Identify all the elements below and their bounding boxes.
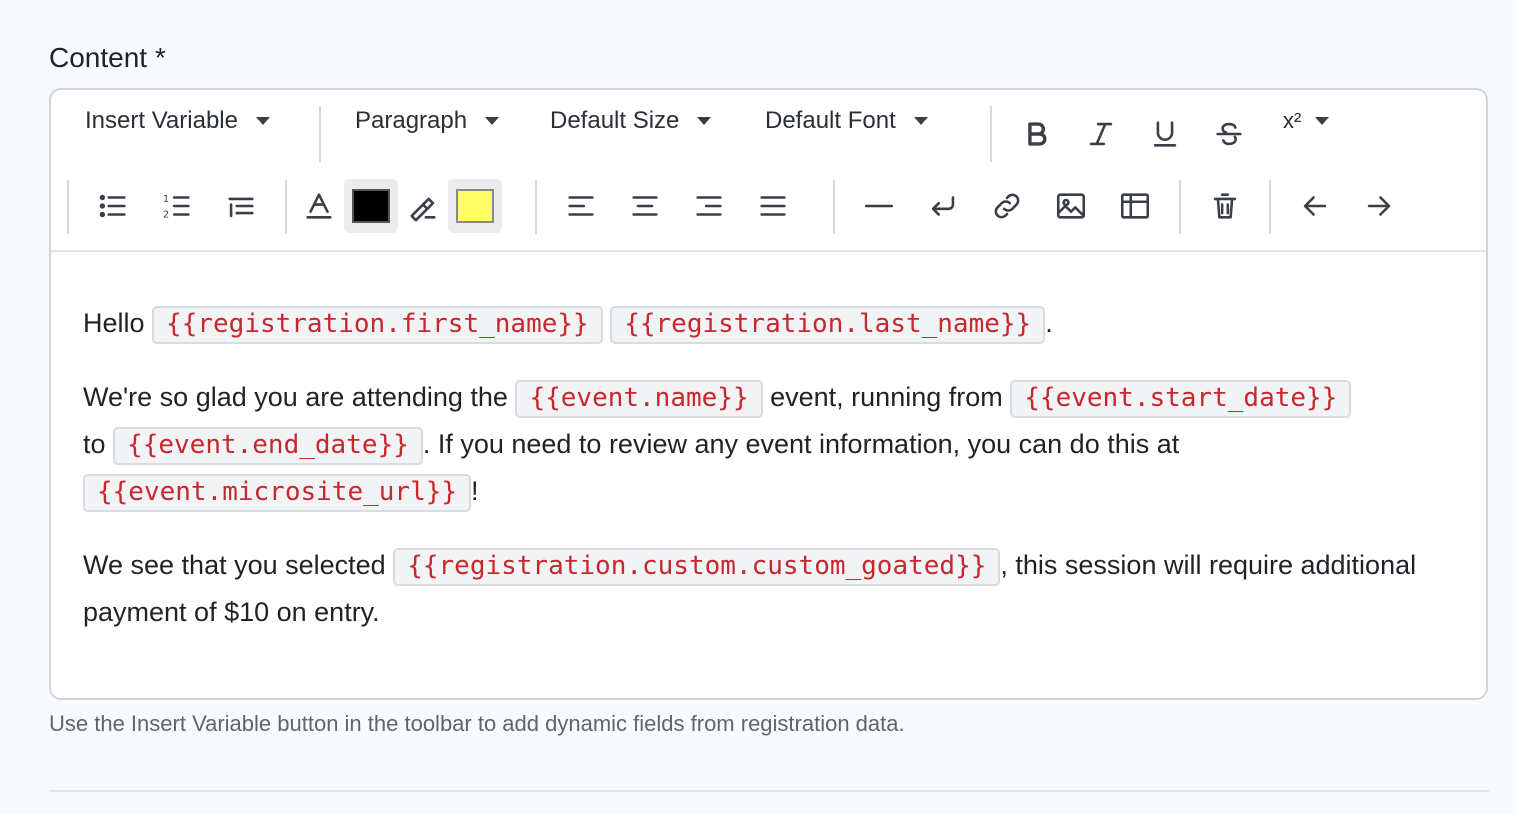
insert-image-button[interactable] xyxy=(1047,182,1095,230)
paragraph-text: event, running from xyxy=(770,382,1003,412)
paragraph-text: . xyxy=(1045,308,1053,338)
font-family-dropdown[interactable]: Default Font xyxy=(765,104,928,138)
section-divider xyxy=(49,790,1489,792)
variable-chip[interactable]: {{registration.custom.custom_goated}} xyxy=(393,548,1001,586)
superscript-dropdown[interactable]: x² xyxy=(1283,104,1330,138)
chevron-down-icon xyxy=(1315,117,1330,125)
bullet-list-icon xyxy=(99,194,126,218)
enter-icon xyxy=(931,196,955,216)
paragraph-text: We're so glad you are attending the xyxy=(83,382,508,412)
paragraph-text: ! xyxy=(471,476,479,506)
chevron-down-icon xyxy=(697,117,712,125)
highlight-color-swatch xyxy=(456,189,494,223)
font-family-label: Default Font xyxy=(765,107,896,134)
variable-chip[interactable]: {{event.end_date}} xyxy=(113,427,423,465)
paragraph-text: . If you need to review any event inform… xyxy=(422,429,1180,459)
font-size-label: Default Size xyxy=(550,107,680,134)
text-color-button[interactable] xyxy=(295,182,343,230)
strikethrough-button[interactable] xyxy=(1205,110,1253,158)
toolbar-divider xyxy=(67,180,69,234)
toolbar-divider xyxy=(319,106,321,162)
variable-chip[interactable]: {{event.microsite_url}} xyxy=(83,474,472,512)
editor-toolbar: Insert Variable Paragraph Default Size D… xyxy=(51,90,1486,252)
bold-button[interactable] xyxy=(1013,110,1061,158)
underline-icon xyxy=(1153,121,1177,147)
strikethrough-icon xyxy=(1216,122,1242,146)
align-right-button[interactable] xyxy=(685,182,733,230)
text-color-swatch xyxy=(352,189,390,223)
paragraph-text: We see that you selected xyxy=(83,550,386,580)
insert-table-button[interactable] xyxy=(1111,182,1159,230)
indent-list-icon xyxy=(228,197,254,218)
content-field-label: Content * xyxy=(49,42,166,73)
content-paragraph: We're so glad you are attending the {{ev… xyxy=(83,374,1463,515)
align-left-button[interactable] xyxy=(557,182,605,230)
align-justify-icon xyxy=(760,196,786,216)
undo-button[interactable] xyxy=(1291,182,1339,230)
arrow-right-icon xyxy=(1367,196,1391,216)
trash-icon xyxy=(1213,193,1237,219)
align-right-icon xyxy=(696,196,722,216)
align-center-icon xyxy=(632,196,658,216)
toolbar-divider xyxy=(1269,180,1271,234)
table-icon xyxy=(1120,193,1150,219)
numbered-list-button[interactable]: 12 xyxy=(153,182,201,230)
image-icon xyxy=(1056,193,1086,219)
editor-content-area[interactable]: Hello {{registration.first_name}} {{regi… xyxy=(83,300,1463,662)
toolbar-divider xyxy=(1179,180,1181,234)
svg-text:1: 1 xyxy=(163,194,169,205)
font-size-dropdown[interactable]: Default Size xyxy=(550,104,712,138)
italic-button[interactable] xyxy=(1077,110,1125,158)
block-format-dropdown[interactable]: Paragraph xyxy=(355,104,500,138)
highlight-button[interactable] xyxy=(399,182,447,230)
chevron-down-icon xyxy=(255,117,270,125)
superscript-label: x² xyxy=(1283,108,1302,133)
chevron-down-icon xyxy=(485,117,500,125)
block-format-label: Paragraph xyxy=(355,107,468,134)
text-color-picker[interactable] xyxy=(344,179,398,233)
bullet-list-button[interactable] xyxy=(89,182,137,230)
svg-text:2: 2 xyxy=(163,209,169,220)
toolbar-divider xyxy=(990,106,992,162)
content-paragraph: Hello {{registration.first_name}} {{regi… xyxy=(83,300,1463,347)
insert-link-button[interactable] xyxy=(983,182,1031,230)
paragraph-text: to xyxy=(83,429,106,459)
underline-button[interactable] xyxy=(1141,110,1189,158)
variable-chip[interactable]: {{registration.last_name}} xyxy=(610,306,1046,344)
clear-content-button[interactable] xyxy=(1201,182,1249,230)
indent-list-button[interactable] xyxy=(217,182,265,230)
arrow-left-icon xyxy=(1303,196,1327,216)
highlighter-icon xyxy=(410,197,436,222)
toolbar-divider xyxy=(535,180,537,234)
variable-chip[interactable]: {{event.name}} xyxy=(515,380,763,418)
rich-text-editor: Insert Variable Paragraph Default Size D… xyxy=(49,88,1488,700)
align-justify-button[interactable] xyxy=(749,182,797,230)
align-left-icon xyxy=(568,196,594,216)
horizontal-rule-icon xyxy=(864,204,894,208)
help-text: Use the Insert Variable button in the to… xyxy=(49,711,905,736)
insert-variable-dropdown[interactable]: Insert Variable xyxy=(85,104,270,138)
content-paragraph: We see that you selected {{registration.… xyxy=(83,542,1463,635)
line-break-button[interactable] xyxy=(919,182,967,230)
text-color-icon xyxy=(306,193,332,219)
horizontal-rule-button[interactable] xyxy=(855,182,903,230)
italic-icon xyxy=(1089,122,1113,146)
link-icon xyxy=(994,193,1020,219)
align-center-button[interactable] xyxy=(621,182,669,230)
numbered-list-icon: 12 xyxy=(163,194,190,220)
paragraph-text: Hello xyxy=(83,308,145,338)
highlight-color-picker[interactable] xyxy=(448,179,502,233)
toolbar-divider xyxy=(285,180,287,234)
redo-button[interactable] xyxy=(1355,182,1403,230)
variable-chip[interactable]: {{event.start_date}} xyxy=(1010,380,1352,418)
bold-icon xyxy=(1028,122,1047,146)
toolbar-divider xyxy=(833,180,835,234)
chevron-down-icon xyxy=(913,117,928,125)
insert-variable-label: Insert Variable xyxy=(85,107,238,134)
variable-chip[interactable]: {{registration.first_name}} xyxy=(152,306,603,344)
